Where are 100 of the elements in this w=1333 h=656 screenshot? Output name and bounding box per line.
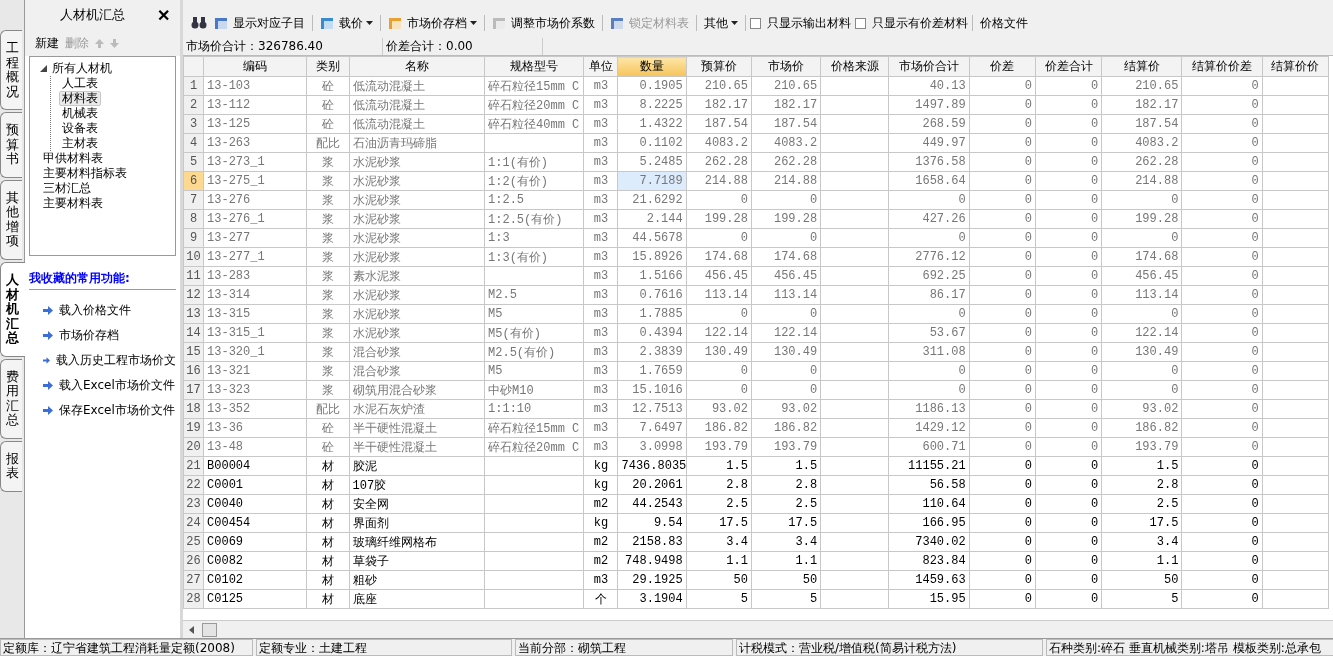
- arrow-icon: [43, 306, 53, 315]
- tree-item[interactable]: 主要材料指标表: [40, 166, 130, 181]
- row-number[interactable]: 13: [183, 304, 204, 324]
- panel-title: 人材机汇总: [60, 6, 125, 24]
- row-number[interactable]: 19: [183, 418, 204, 438]
- column-header[interactable]: 类别: [306, 56, 350, 77]
- caret-icon: [731, 21, 738, 25]
- favorites-heading: 我收藏的常用功能:: [29, 270, 176, 290]
- action-button[interactable]: 新建: [35, 34, 59, 52]
- side-tab[interactable]: 报表: [0, 440, 22, 493]
- column-header[interactable]: 规格型号: [484, 56, 584, 77]
- tree-item[interactable]: 机械表: [59, 106, 101, 121]
- row-number[interactable]: 24: [183, 513, 204, 533]
- favorite-link[interactable]: 载入价格文件: [29, 298, 176, 323]
- favorite-link[interactable]: 载入Excel市场价文件: [29, 373, 176, 398]
- tree-item[interactable]: 设备表: [59, 121, 101, 136]
- status-text: 定额库：辽宁省建筑工程消耗量定额(2008): [0, 639, 253, 656]
- row-number[interactable]: 8: [183, 209, 204, 229]
- row-number[interactable]: 15: [183, 342, 204, 362]
- status-text: 石种类别:碎石 垂直机械类别:塔吊 模板类别:总承包: [1046, 639, 1333, 656]
- toolbar-button[interactable]: 价格文件: [977, 13, 1031, 33]
- favorite-link[interactable]: 保存Excel市场价文件: [29, 398, 176, 423]
- row-number[interactable]: 2: [183, 95, 204, 115]
- column-header[interactable]: 结算价价差: [1181, 56, 1263, 77]
- toolbar-dropdown[interactable]: 其他: [701, 13, 741, 33]
- side-tab[interactable]: 其他增项: [0, 179, 22, 260]
- toolbar-icon: [214, 15, 230, 31]
- row-number[interactable]: 23: [183, 494, 204, 514]
- tree-item[interactable]: 所有人材机: [49, 61, 115, 76]
- column-header[interactable]: 价差合计: [1035, 56, 1102, 77]
- checkbox[interactable]: [855, 17, 866, 29]
- column-header[interactable]: 结算价: [1101, 56, 1182, 77]
- close-button[interactable]: ✕: [157, 5, 170, 25]
- side-tab[interactable]: 人材机汇总: [0, 262, 25, 357]
- row-number[interactable]: 20: [183, 437, 204, 457]
- arrow-icon: [43, 356, 50, 365]
- row-number[interactable]: 9: [183, 228, 204, 248]
- side-tab[interactable]: 工程概况: [0, 30, 22, 111]
- tree-item[interactable]: 甲供材料表: [40, 151, 106, 166]
- row-number[interactable]: 6: [183, 171, 204, 191]
- row-number[interactable]: 17: [183, 380, 204, 400]
- toolbar-dropdown[interactable]: 市场价存档: [385, 13, 480, 33]
- column-header[interactable]: 单位: [583, 56, 618, 77]
- side-tab[interactable]: 预算书: [0, 112, 22, 178]
- toolbar-button[interactable]: 调整市场价系数: [489, 13, 598, 33]
- tree-item[interactable]: 人工表: [59, 76, 101, 91]
- status-text: 计税模式：营业税/增值税(简易计税方法): [736, 639, 1043, 656]
- row-number[interactable]: 16: [183, 361, 204, 381]
- column-header[interactable]: 价格来源: [820, 56, 889, 77]
- row-number[interactable]: 21: [183, 456, 204, 476]
- row-number[interactable]: 1: [183, 76, 204, 96]
- scrollbar-thumb[interactable]: [202, 622, 217, 637]
- column-header[interactable]: 预算价: [686, 56, 752, 77]
- toolbar-button[interactable]: 显示对应子目: [211, 13, 308, 33]
- row-number[interactable]: 25: [183, 532, 204, 552]
- checkbox-label: 只显示输出材料: [767, 14, 851, 32]
- tree-item[interactable]: 三材汇总: [40, 181, 94, 196]
- favorite-link[interactable]: 市场价存档: [29, 323, 176, 348]
- tree-item[interactable]: 主要材料表: [40, 196, 106, 211]
- row-number[interactable]: 27: [183, 570, 204, 590]
- row-number[interactable]: 12: [183, 285, 204, 305]
- tree-item[interactable]: 主材表: [59, 136, 101, 151]
- column-header[interactable]: 结算价价: [1262, 56, 1329, 77]
- row-number[interactable]: 4: [183, 133, 204, 153]
- toolbar-dropdown[interactable]: 载价: [317, 13, 376, 33]
- toolbar-icon: [320, 15, 336, 31]
- side-tab[interactable]: 费用汇总: [0, 358, 22, 439]
- checkbox-label: 只显示有价差材料: [872, 14, 968, 32]
- row-number[interactable]: 5: [183, 152, 204, 172]
- arrow-icon: [43, 406, 53, 415]
- arrow-icon: [43, 381, 53, 390]
- toolbar-icon: [388, 15, 404, 31]
- toolbar-icon: [610, 15, 626, 31]
- expand-icon[interactable]: [40, 65, 47, 72]
- favorite-link[interactable]: 载入历史工程市场价文: [29, 348, 176, 373]
- status-text: 当前分部：砌筑工程: [515, 639, 733, 656]
- row-number[interactable]: 18: [183, 399, 204, 419]
- summary-text: 市场价合计：326786.40: [183, 38, 383, 55]
- column-header[interactable]: 数量: [618, 56, 687, 77]
- toolbar-icon: [492, 15, 508, 31]
- checkbox[interactable]: [750, 17, 761, 29]
- summary-text: 价差合计：0.00: [383, 38, 543, 55]
- column-header[interactable]: 价差: [969, 56, 1036, 77]
- row-number[interactable]: 14: [183, 323, 204, 343]
- row-number[interactable]: 7: [183, 190, 204, 210]
- row-number[interactable]: 28: [183, 589, 204, 609]
- column-header[interactable]: 市场价合计: [888, 56, 970, 77]
- scroll-left-icon[interactable]: [189, 625, 194, 634]
- binoculars-icon[interactable]: [191, 16, 207, 30]
- row-number[interactable]: 26: [183, 551, 204, 571]
- tree-item[interactable]: 材料表: [59, 91, 101, 106]
- column-header[interactable]: 市场价: [751, 56, 821, 77]
- caret-icon: [470, 21, 477, 25]
- row-number[interactable]: 11: [183, 266, 204, 286]
- row-number[interactable]: 10: [183, 247, 204, 267]
- column-header[interactable]: 编码: [203, 56, 307, 77]
- caret-icon: [366, 21, 373, 25]
- column-header[interactable]: 名称: [349, 56, 485, 77]
- row-number[interactable]: 22: [183, 475, 204, 495]
- row-number[interactable]: 3: [183, 114, 204, 134]
